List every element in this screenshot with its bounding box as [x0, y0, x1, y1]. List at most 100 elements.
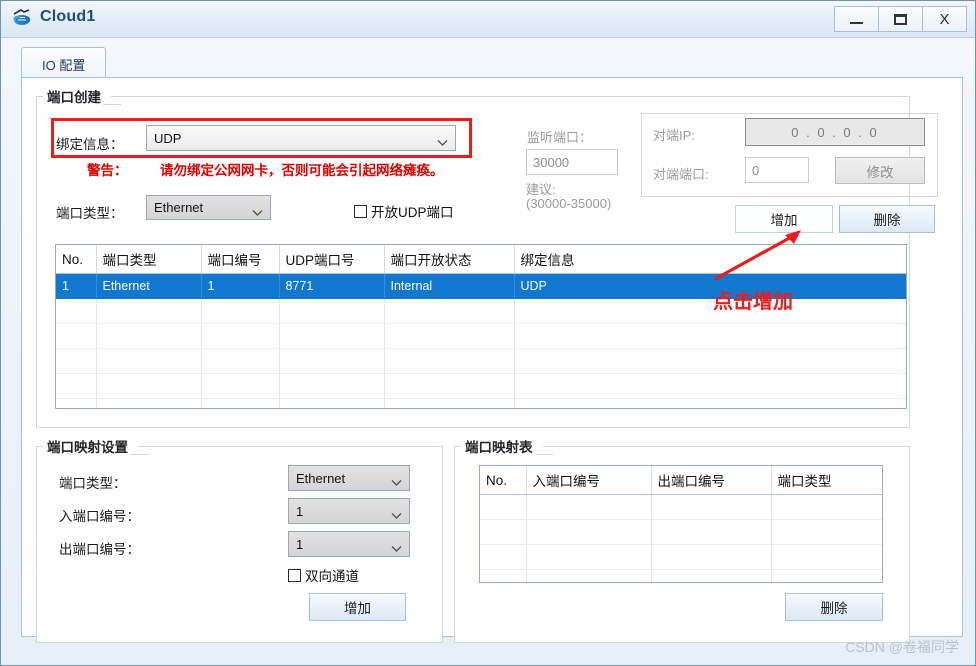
cell-port-no: 1 — [201, 273, 280, 299]
cell-udp-port: 8771 — [279, 273, 385, 299]
map-out-port-select[interactable]: 1 — [288, 531, 410, 557]
cell-no: 1 — [56, 273, 97, 299]
cell-empty — [514, 373, 906, 399]
add-port-button[interactable]: 增加 — [735, 205, 833, 233]
map-port-type-value: Ethernet — [296, 470, 346, 486]
cell-empty — [526, 494, 652, 520]
cell-empty — [279, 323, 385, 349]
cell-empty — [56, 348, 97, 374]
port-create-group-title: 端口创建 — [43, 86, 111, 106]
open-udp-port-checkbox[interactable]: 开放UDP端口 — [354, 201, 454, 221]
cell-empty — [384, 348, 515, 374]
peer-ip-value: 0 . 0 . 0 . 0 — [791, 124, 879, 140]
cell-empty — [96, 348, 202, 374]
table-row[interactable] — [56, 398, 906, 408]
port-create-group: 端口创建 绑定信息： UDP 警告： 请勿绑定公网网卡，否则可能会引起网络瘫痪。… — [36, 86, 938, 428]
bind-info-value: UDP — [154, 130, 182, 146]
cell-empty — [56, 298, 97, 324]
peer-ip-input[interactable]: 0 . 0 . 0 . 0 — [745, 118, 925, 146]
cell-empty — [771, 544, 882, 570]
cell-empty — [651, 569, 772, 582]
cell-empty — [651, 544, 772, 570]
cell-empty — [201, 348, 280, 374]
click-add-annotation: 点击增加 — [713, 291, 793, 313]
cell-empty — [56, 373, 97, 399]
warning-text: 请勿绑定公网网卡，否则可能会引起网络瘫痪。 — [160, 163, 444, 178]
col-no: No. — [56, 245, 97, 274]
cell-empty — [514, 398, 906, 408]
watermark: CSDN @卷福同学 — [845, 639, 959, 655]
cell-empty — [201, 298, 280, 324]
peer-port-value: 0 — [752, 162, 760, 178]
col-port-type: 端口类型 — [96, 245, 202, 274]
cell-empty — [279, 348, 385, 374]
bidirectional-checkbox[interactable]: 双向通道 — [288, 565, 359, 585]
table-row[interactable] — [480, 494, 882, 520]
cell-empty — [480, 569, 527, 582]
map-port-type-label: 端口类型： — [59, 476, 127, 491]
cell-empty — [526, 519, 652, 545]
title-left-group: Cloud1 — [11, 7, 95, 27]
cell-empty — [279, 373, 385, 399]
cell-empty — [514, 348, 906, 374]
peer-port-input[interactable]: 0 — [745, 157, 809, 183]
map-col-out-port: 出端口编号 — [651, 466, 772, 495]
delete-port-button[interactable]: 删除 — [839, 205, 935, 233]
cell-empty — [771, 519, 882, 545]
cell-empty — [96, 373, 202, 399]
cell-empty — [514, 298, 906, 324]
chevron-down-icon — [252, 205, 263, 216]
port-table-header-row: No. 端口类型 端口编号 UDP端口号 端口开放状态 绑定信息 — [56, 245, 906, 274]
checkbox-box — [288, 568, 301, 582]
map-port-type-select[interactable]: Ethernet — [288, 465, 410, 491]
maximize-button[interactable] — [878, 6, 923, 32]
window-title: Cloud1 — [40, 8, 96, 25]
port-type-select[interactable]: Ethernet — [146, 195, 271, 220]
cell-empty — [96, 298, 202, 324]
open-udp-port-label: 开放UDP端口 — [371, 205, 454, 220]
table-row[interactable] — [480, 569, 882, 582]
peer-ip-label: 对端IP: — [653, 128, 695, 143]
cell-empty — [651, 494, 772, 520]
cell-empty — [480, 544, 527, 570]
map-in-port-select[interactable]: 1 — [288, 498, 410, 524]
table-row[interactable] — [56, 323, 906, 349]
minimize-button[interactable] — [834, 6, 879, 32]
map-out-port-label: 出端口编号： — [59, 542, 140, 557]
cell-empty — [96, 323, 202, 349]
table-row[interactable] — [56, 373, 906, 399]
close-button[interactable]: X — [922, 6, 967, 32]
map-in-port-label: 入端口编号： — [59, 509, 140, 524]
cell-empty — [384, 398, 515, 408]
mapping-delete-button[interactable]: 删除 — [785, 593, 883, 621]
port-map-settings-group: 端口映射设置 端口类型： Ethernet 入端口编号： 1 出端口编号： 1 … — [36, 436, 443, 643]
table-row[interactable] — [56, 348, 906, 374]
chevron-down-icon — [437, 135, 448, 146]
port-type-value: Ethernet — [154, 200, 204, 215]
chevron-down-icon — [391, 541, 402, 552]
bidirectional-label: 双向通道 — [305, 569, 359, 584]
mapping-table-body — [480, 494, 882, 582]
warning-label: 警告： — [87, 163, 128, 178]
cell-empty — [56, 398, 97, 408]
cell-open-state: Internal — [384, 273, 515, 299]
cell-empty — [514, 323, 906, 349]
cloud-icon — [11, 7, 33, 27]
bind-info-select[interactable]: UDP — [146, 125, 456, 151]
cell-empty — [96, 398, 202, 408]
col-open-state: 端口开放状态 — [384, 245, 515, 274]
map-add-button[interactable]: 增加 — [309, 593, 406, 621]
modify-button[interactable]: 修改 — [835, 157, 925, 184]
cell-empty — [480, 494, 527, 520]
mapping-table-grid: No. 入端口编号 出端口编号 端口类型 — [480, 466, 882, 582]
mapping-table[interactable]: No. 入端口编号 出端口编号 端口类型 — [479, 465, 883, 583]
client-area: IO 配置 端口创建 绑定信息： UDP 警告： 请勿绑定公网网卡，否则可能会引… — [9, 39, 967, 659]
listen-port-input[interactable]: 30000 — [526, 149, 618, 175]
cell-empty — [201, 398, 280, 408]
table-row[interactable] — [480, 544, 882, 570]
port-table[interactable]: No. 端口类型 端口编号 UDP端口号 端口开放状态 绑定信息 1 Ether… — [55, 244, 907, 409]
map-col-no: No. — [480, 466, 527, 495]
table-row[interactable] — [480, 519, 882, 545]
cell-empty — [56, 323, 97, 349]
cell-empty — [384, 323, 515, 349]
